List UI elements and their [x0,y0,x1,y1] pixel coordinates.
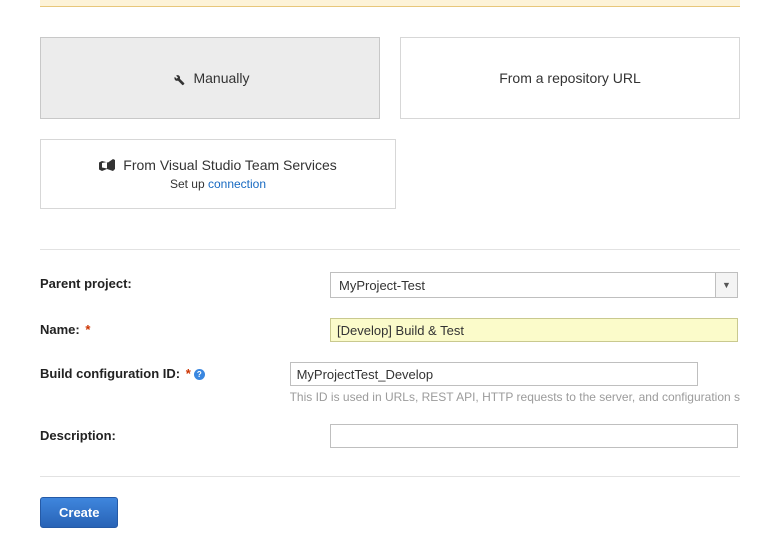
top-notice-bar [40,0,740,7]
parent-project-select[interactable]: MyProject-Test ▼ [330,272,738,298]
vsts-subtext: Set up connection [170,177,266,191]
source-cards-row1: Manually From a repository URL [40,37,740,119]
help-icon[interactable]: ? [194,369,205,380]
divider-bottom [40,476,740,477]
vsts-subtext-prefix: Set up [170,177,208,191]
description-input[interactable] [330,424,738,448]
label-build-config-id: Build configuration ID: *? [40,362,290,381]
build-config-id-input[interactable] [290,362,698,386]
label-name: Name: * [40,318,330,337]
card-from-vsts[interactable]: From Visual Studio Team Services Set up … [40,139,396,209]
create-button[interactable]: Create [40,497,118,528]
label-parent-project: Parent project: [40,272,330,291]
label-name-text: Name: [40,322,80,337]
required-asterisk: * [182,366,191,381]
card-manually-label: Manually [193,70,249,86]
card-from-vsts-label: From Visual Studio Team Services [123,157,336,173]
build-config-id-hint: This ID is used in URLs, REST API, HTTP … [290,390,740,404]
label-description: Description: [40,424,330,443]
row-description: Description: [40,424,740,448]
divider-top [40,249,740,250]
wrench-icon [170,71,185,86]
chevron-down-icon: ▼ [715,273,737,297]
label-build-config-id-text: Build configuration ID: [40,366,180,381]
row-build-config-id: Build configuration ID: *? This ID is us… [40,362,740,404]
row-name: Name: * [40,318,740,342]
parent-project-value: MyProject-Test [331,273,715,297]
vsts-icon [99,158,115,172]
card-from-repo-url[interactable]: From a repository URL [400,37,740,119]
required-asterisk: * [82,322,91,337]
card-manually[interactable]: Manually [40,37,380,119]
name-input[interactable] [330,318,738,342]
vsts-connection-link[interactable]: connection [208,177,266,191]
page-container: Manually From a repository URL From Visu… [0,37,780,548]
row-parent-project: Parent project: MyProject-Test ▼ [40,272,740,298]
card-from-repo-url-label: From a repository URL [499,70,641,86]
